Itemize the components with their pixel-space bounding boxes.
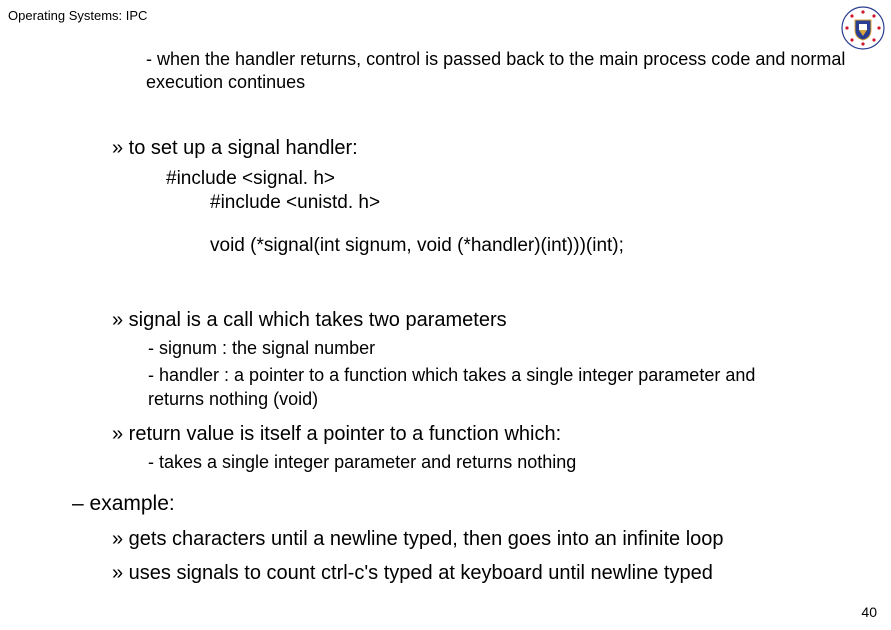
sub-bullet-text: » uses signals to count ctrl-c's typed a…	[112, 560, 891, 586]
sub-bullet-text: - handler : a pointer to a function whic…	[148, 364, 891, 387]
university-crest-icon	[841, 6, 885, 50]
bullet-text: – example:	[72, 490, 891, 517]
page-number: 40	[861, 604, 877, 620]
bullet-text: » signal is a call which takes two param…	[112, 307, 891, 333]
bullet-text: » return value is itself a pointer to a …	[112, 421, 891, 447]
code-line: void (*signal(int signum, void (*handler…	[210, 234, 891, 259]
code-line: #include <unistd. h>	[210, 191, 891, 216]
slide-header: Operating Systems: IPC	[8, 8, 147, 23]
slide-page: Operating Systems: IPC - when the handle…	[0, 0, 891, 630]
sub-bullet-text: - takes a single integer parameter and r…	[148, 451, 891, 474]
sub-bullet-text: - signum : the signal number	[148, 337, 891, 360]
header-title: Operating Systems: IPC	[8, 8, 147, 23]
bullet-text: » to set up a signal handler:	[112, 135, 891, 161]
sub-bullet-text: » gets characters until a newline typed,…	[112, 526, 891, 552]
bullet-text: - when the handler returns, control is p…	[146, 48, 891, 95]
sub-bullet-text: returns nothing (void)	[148, 388, 891, 411]
code-line: #include <signal. h>	[166, 167, 891, 192]
slide-content: - when the handler returns, control is p…	[0, 48, 891, 586]
